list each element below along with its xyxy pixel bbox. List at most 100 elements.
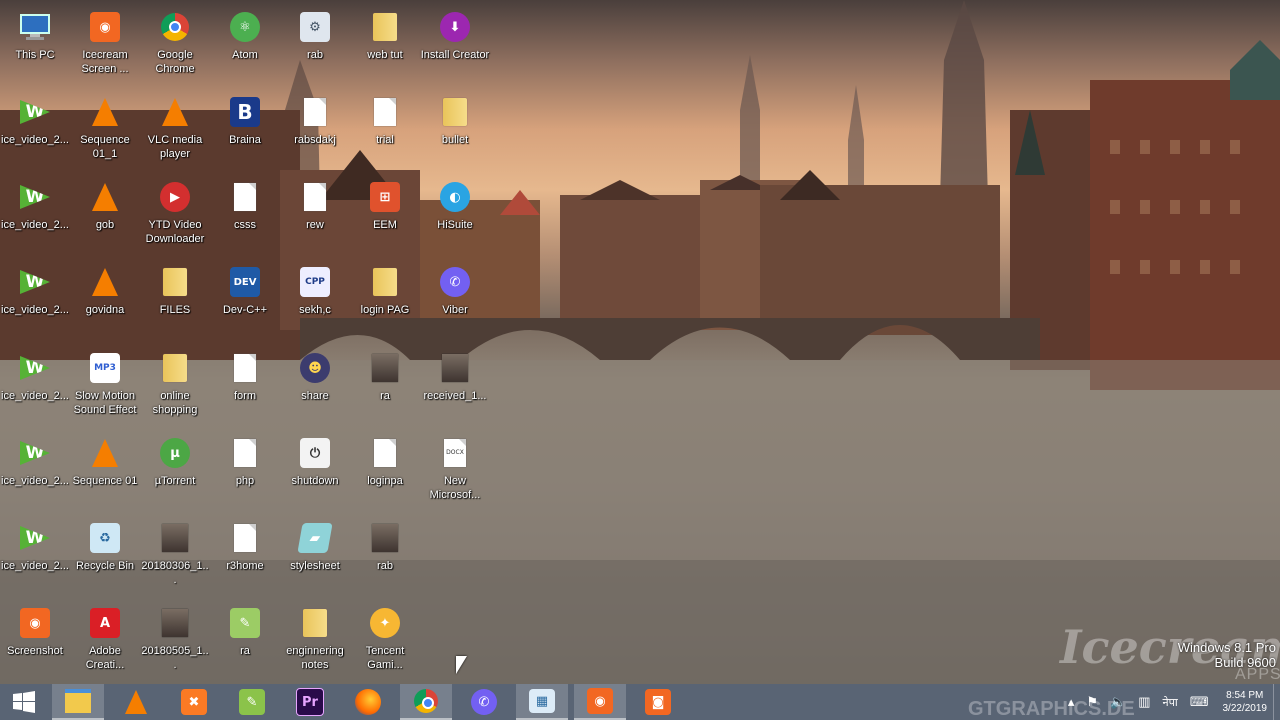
desktop-icon[interactable]: ◉ Icecream Screen ... — [70, 4, 140, 88]
taskbar-premiere-pro-button[interactable]: Pr — [284, 684, 336, 720]
braina-icon: B — [228, 95, 262, 129]
desktop-icon[interactable]: Wice_video_2... — [0, 259, 70, 343]
desktop-icon[interactable]: r3home — [210, 515, 280, 599]
vlc-icon — [158, 95, 192, 129]
desktop-icon[interactable]: php — [210, 430, 280, 514]
taskbar-firefox-button[interactable] — [342, 684, 394, 720]
desktop-icon[interactable]: received_1... — [420, 345, 490, 429]
desktop-icon[interactable]: 20180306_1... — [140, 515, 210, 599]
desktop-icon-label: loginpa — [367, 475, 403, 487]
desktop-icon[interactable]: 20180505_1... — [140, 600, 210, 684]
language-indicator[interactable]: नेपा — [1163, 695, 1178, 710]
network-icon[interactable]: ▥ — [1138, 694, 1150, 710]
desktop-icon[interactable]: rew — [280, 174, 350, 258]
desktop-icon[interactable]: ☻ share — [280, 345, 350, 429]
desktop-icon[interactable]: DOCX New Microsof... — [420, 430, 490, 514]
desktop-icon[interactable]: govidna — [70, 259, 140, 343]
icecream-icon: ◉ — [18, 606, 52, 640]
desktop-icon[interactable]: Google Chrome — [140, 4, 210, 88]
desktop-icon[interactable]: bullet — [420, 89, 490, 173]
doc-icon — [228, 180, 262, 214]
desktop-icon[interactable]: Wice_video_2... — [0, 430, 70, 514]
folder-icon — [298, 606, 332, 640]
desktop-icon[interactable]: login PAG — [350, 259, 420, 343]
desktop-icon[interactable]: FILES — [140, 259, 210, 343]
premiere-pro-icon: Pr — [296, 688, 324, 716]
taskbar-google-chrome-button[interactable] — [400, 684, 452, 720]
desktop-icon[interactable]: This PC — [0, 4, 70, 88]
taskbar-icecream-screen-recorder-button[interactable]: ◉ — [574, 684, 626, 720]
taskbar-notepad-plus-button[interactable]: ✎ — [226, 684, 278, 720]
desktop-icon[interactable]: rabsdakj — [280, 89, 350, 173]
show-desktop-button[interactable] — [1273, 684, 1280, 720]
desktop-icon[interactable]: enginnering notes — [280, 600, 350, 684]
desktop-icon[interactable]: DEV Dev-C++ — [210, 259, 280, 343]
desktop-icon[interactable]: web tut — [350, 4, 420, 88]
desktop-icon[interactable]: ra — [350, 345, 420, 429]
ice-icon: W — [18, 436, 52, 470]
desktop-icon[interactable]: online shopping — [140, 345, 210, 429]
desktop-icon-label: Install Creator — [420, 49, 490, 61]
desktop-icon-label: EEM — [373, 219, 397, 231]
desktop-icon[interactable]: ⚛ Atom — [210, 4, 280, 88]
desktop-icon-label: trial — [376, 134, 394, 146]
desktop-icon[interactable]: ▰ stylesheet — [280, 515, 350, 599]
google-chrome-icon — [414, 689, 438, 713]
desktop-icon[interactable]: MP3 Slow Motion Sound Effect — [70, 345, 140, 429]
taskbar-icecream-screenshot-button[interactable]: ◙ — [632, 684, 684, 720]
mouse-cursor — [456, 656, 467, 674]
desktop-icon[interactable]: VLC media player — [140, 89, 210, 173]
desktop-icon[interactable]: ✦ Tencent Gami... — [350, 600, 420, 684]
taskbar-xampp-button[interactable]: ✖ — [168, 684, 220, 720]
desktop-icon[interactable]: Wice_video_2... — [0, 174, 70, 258]
desktop-icon[interactable]: ◉ Screenshot — [0, 600, 70, 684]
doc-icon — [368, 436, 402, 470]
desktop-icon[interactable]: ♻ Recycle Bin — [70, 515, 140, 599]
desktop-icon[interactable]: Wice_video_2... — [0, 345, 70, 429]
start-button[interactable] — [0, 684, 48, 720]
keyboard-icon[interactable]: ⌨ — [1190, 694, 1209, 710]
desktop-icon[interactable]: ◐ HiSuite — [420, 174, 490, 258]
install-icon: ⬇ — [438, 10, 472, 44]
clock[interactable]: 8:54 PM 3/22/2019 — [1223, 689, 1268, 715]
desktop-icon-label: HiSuite — [437, 219, 473, 231]
desktop-icon[interactable]: ⬇ Install Creator — [420, 4, 490, 88]
taskbar-paint-button[interactable]: ▦ — [516, 684, 568, 720]
desktop-icon-label: rew — [306, 219, 324, 231]
desktop-icon[interactable]: Wice_video_2... — [0, 515, 70, 599]
desktop-icon[interactable]: Sequence 01 — [70, 430, 140, 514]
desktop-icon-label: received_1... — [423, 390, 487, 402]
desktop-icon[interactable]: ✎ ra — [210, 600, 280, 684]
taskbar-file-explorer-button[interactable] — [52, 684, 104, 720]
desktop-icon[interactable]: form — [210, 345, 280, 429]
desktop-icon[interactable]: Wice_video_2... — [0, 89, 70, 173]
desktop-icon[interactable]: trial — [350, 89, 420, 173]
desktop-icon[interactable]: A Adobe Creati... — [70, 600, 140, 684]
taskbar-viber-button[interactable]: ✆ — [458, 684, 510, 720]
desktop-icon[interactable]: ✆ Viber — [420, 259, 490, 343]
desktop-icon[interactable]: Sequence 01_1 — [70, 89, 140, 173]
desktop-icon[interactable]: ⊞ EEM — [350, 174, 420, 258]
taskbar-vlc-button[interactable] — [110, 684, 162, 720]
desktop-icon[interactable]: ⏻ shutdown — [280, 430, 350, 514]
desktop[interactable]: This PC ◉ Icecream Screen ... Google Chrome… — [0, 0, 1280, 684]
desktop-icon-label: 20180505_1... — [141, 645, 209, 671]
desktop-icon-label: Tencent Gami... — [365, 645, 405, 671]
ice-icon: W — [18, 265, 52, 299]
utorrent-icon: µ — [158, 436, 192, 470]
desktop-icon-label: govidna — [85, 304, 125, 316]
desktop-icon[interactable]: loginpa — [350, 430, 420, 514]
desktop-icon[interactable]: CPP sekh,c — [280, 259, 350, 343]
xampp-icon: ✖ — [181, 689, 207, 715]
desktop-icon[interactable]: ⚙ rab — [280, 4, 350, 88]
desktop-icon-label: Viber — [442, 304, 468, 316]
desktop-icon[interactable]: µ µTorrent — [140, 430, 210, 514]
desktop-icon[interactable]: ▶ YTD Video Downloader — [140, 174, 210, 258]
desktop-icon[interactable]: B Braina — [210, 89, 280, 173]
desktop-icon[interactable]: csss — [210, 174, 280, 258]
doc-icon — [228, 521, 262, 555]
desktop-icon-label: ice_video_2... — [1, 219, 69, 231]
desktop-icon[interactable]: rab — [350, 515, 420, 599]
windows-logo-icon — [13, 691, 35, 713]
desktop-icon[interactable]: gob — [70, 174, 140, 258]
